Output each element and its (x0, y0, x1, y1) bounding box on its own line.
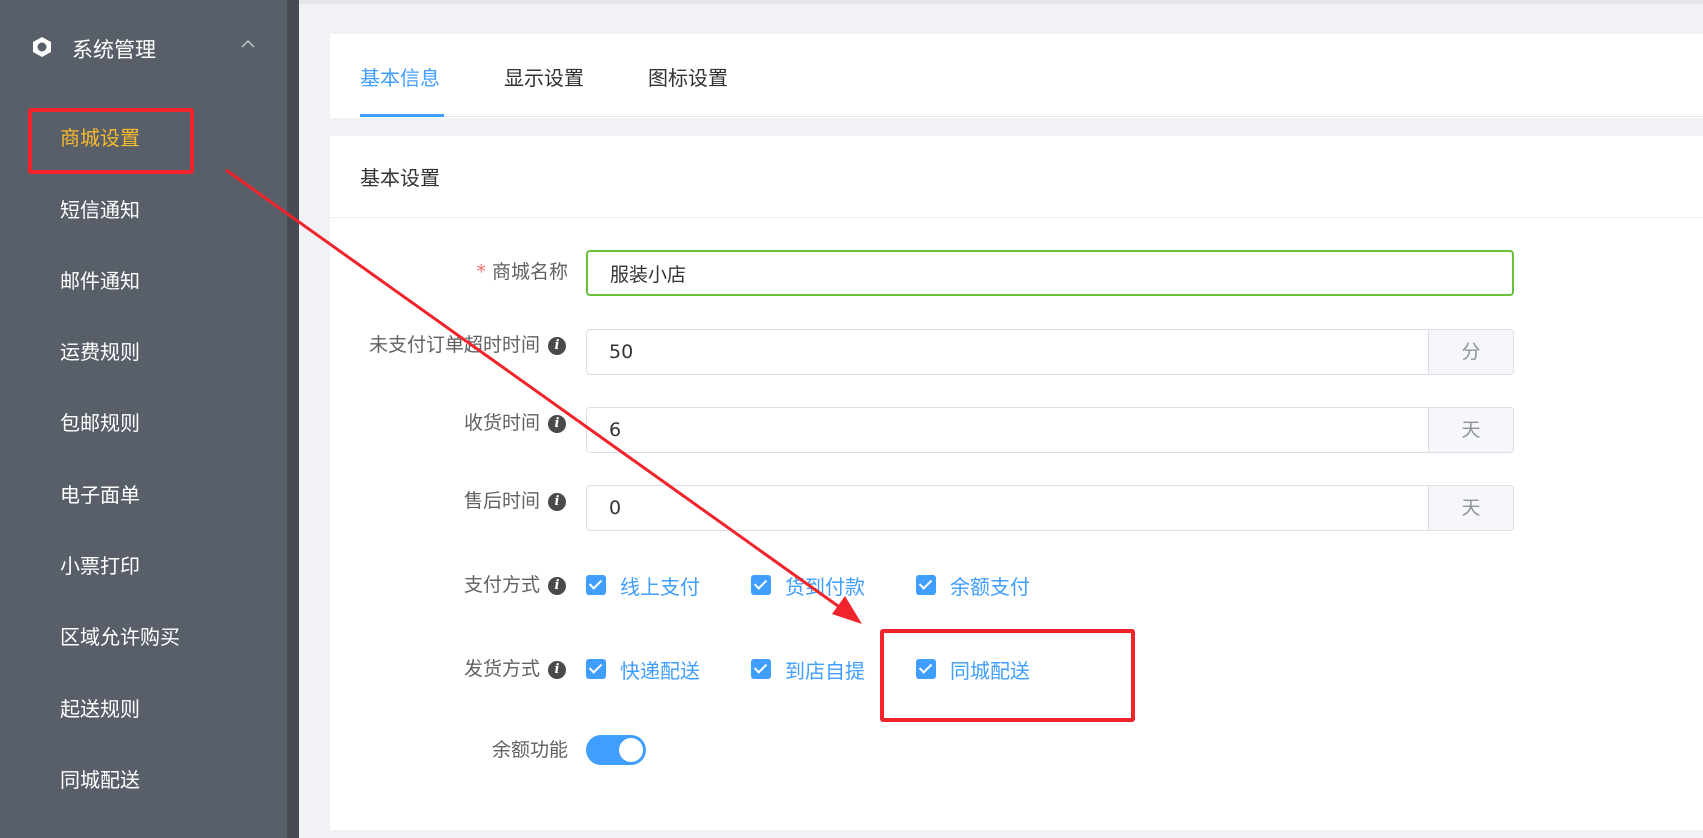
chevron-up-icon[interactable] (240, 36, 256, 52)
tabs-card: 基本信息 显示设置 图标设置 (330, 34, 1703, 118)
shop-name-label: * 商城名称 (330, 257, 568, 287)
tab-icon-settings[interactable]: 图标设置 (648, 64, 728, 92)
balance-feature-switch[interactable] (586, 735, 646, 765)
receive-time-label: 收货时间 i (330, 408, 566, 438)
tab-basic-info[interactable]: 基本信息 (360, 64, 440, 92)
tabs-divider (360, 116, 1703, 117)
sidebar-item-email-notice[interactable]: 邮件通知 (60, 266, 140, 296)
unpaid-timeout-input[interactable] (586, 329, 1429, 375)
section-divider (330, 217, 1703, 218)
checkbox-checked-icon[interactable] (586, 659, 606, 679)
receive-time-input[interactable] (586, 407, 1429, 453)
info-icon[interactable]: i (548, 576, 566, 595)
checkbox-checked-icon[interactable] (586, 575, 606, 595)
checkbox-label: 余额支付 (950, 574, 1030, 599)
sidebar-item-freight-rules[interactable]: 运费规则 (60, 337, 140, 367)
tab-active-indicator (360, 114, 444, 117)
sidebar-item-sms-notice[interactable]: 短信通知 (60, 195, 140, 225)
checkbox-checked-icon[interactable] (916, 575, 936, 595)
menu-group-system-management[interactable]: 系统管理 (0, 22, 287, 74)
aftersale-time-label-text: 售后时间 (463, 490, 540, 512)
top-bar (299, 0, 1703, 4)
checkbox-balance-payment[interactable]: 余额支付 (916, 570, 1030, 600)
sidebar-item-min-order-rules[interactable]: 起送规则 (60, 694, 140, 724)
unpaid-timeout-label-text: 未支付订单超时时间 (368, 334, 540, 356)
checkbox-checked-icon[interactable] (751, 575, 771, 595)
sidebar-item-receipt-print[interactable]: 小票打印 (60, 551, 140, 581)
aftersale-time-input[interactable] (586, 485, 1429, 531)
payment-method-label: 支付方式 i (330, 570, 566, 600)
required-mark: * (476, 261, 486, 283)
sidebar-item-local-delivery[interactable]: 同城配送 (60, 765, 140, 795)
receive-time-label-text: 收货时间 (463, 412, 540, 434)
balance-feature-label: 余额功能 (491, 739, 568, 761)
hexagon-icon (33, 37, 51, 57)
switch-knob (619, 738, 643, 762)
sidebar-item-e-waybill[interactable]: 电子面单 (60, 480, 140, 510)
info-icon[interactable]: i (548, 492, 566, 511)
annotation-box-local-delivery (880, 629, 1135, 722)
annotation-box-shop-settings (28, 108, 194, 174)
receive-time-unit: 天 (1429, 407, 1514, 453)
checkbox-label: 线上支付 (620, 574, 700, 599)
aftersale-time-label: 售后时间 i (330, 486, 566, 516)
sidebar-edge (287, 0, 299, 838)
info-icon[interactable]: i (548, 414, 566, 433)
delivery-method-label-text: 发货方式 (463, 658, 540, 680)
delivery-method-label: 发货方式 i (330, 654, 566, 684)
unpaid-timeout-label: 未支付订单超时时间 i (330, 330, 566, 360)
checkbox-cash-on-delivery[interactable]: 货到付款 (751, 570, 865, 600)
sidebar-item-region-purchase[interactable]: 区域允许购买 (60, 622, 180, 652)
sidebar-item-free-shipping-rules[interactable]: 包邮规则 (60, 408, 140, 438)
aftersale-time-unit: 天 (1429, 485, 1514, 531)
info-icon[interactable]: i (548, 660, 566, 679)
shop-name-label-text: 商城名称 (491, 261, 568, 283)
tab-display-settings[interactable]: 显示设置 (504, 64, 584, 92)
info-icon[interactable]: i (548, 336, 566, 355)
checkbox-online-payment[interactable]: 线上支付 (586, 570, 700, 600)
checkbox-label: 到店自提 (785, 658, 865, 683)
checkbox-label: 快递配送 (620, 658, 700, 683)
checkbox-label: 货到付款 (785, 574, 865, 599)
checkbox-store-pickup[interactable]: 到店自提 (751, 654, 865, 684)
unpaid-timeout-unit: 分 (1429, 329, 1514, 375)
section-title: 基本设置 (360, 166, 440, 190)
shop-name-input[interactable] (586, 250, 1514, 296)
checkbox-checked-icon[interactable] (751, 659, 771, 679)
form-card: 基本设置 *商城名称 未支付订单超时时间i 分 收货时间i 天 售后时间i 天 … (330, 136, 1703, 830)
menu-group-title: 系统管理 (72, 38, 156, 62)
payment-method-label-text: 支付方式 (463, 574, 540, 596)
checkbox-express-delivery[interactable]: 快递配送 (586, 654, 700, 684)
